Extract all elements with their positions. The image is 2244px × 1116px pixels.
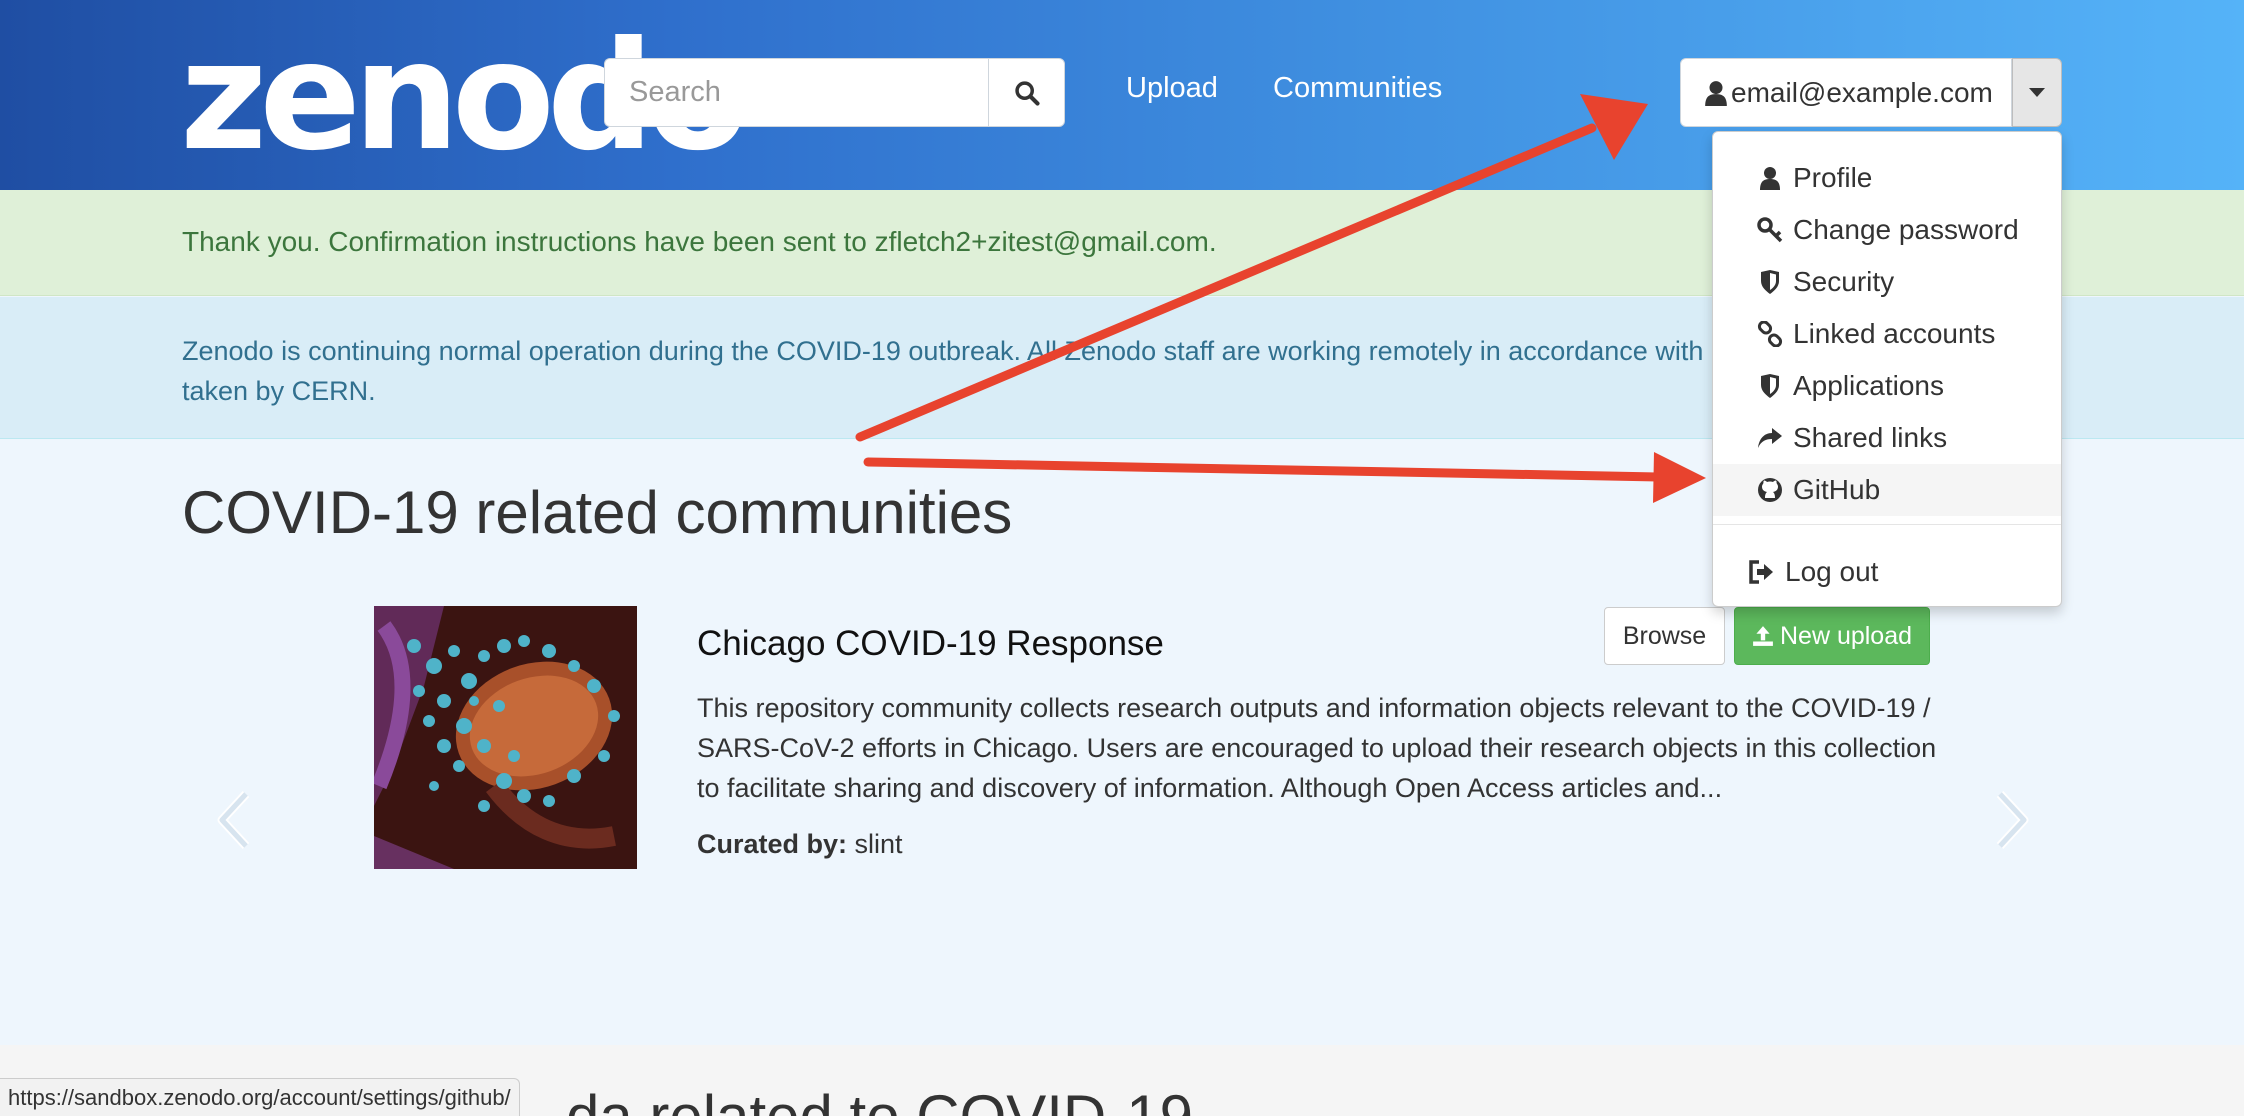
search-input[interactable] xyxy=(604,58,988,127)
menu-item-change-password[interactable]: Change password xyxy=(1713,204,2061,256)
shield-icon xyxy=(1757,374,1783,398)
sign-out-icon xyxy=(1749,560,1775,584)
menu-item-logout[interactable]: Log out xyxy=(1713,546,2061,598)
menu-item-label: Applications xyxy=(1793,370,1944,401)
user-menu-button[interactable]: email@example.com xyxy=(1680,58,2012,127)
browse-button[interactable]: Browse xyxy=(1604,607,1725,665)
key-icon xyxy=(1757,217,1783,243)
info-alert-text: Zenodo is continuing normal operation du… xyxy=(182,336,1704,406)
carousel-next-icon[interactable] xyxy=(1992,790,2032,855)
github-icon xyxy=(1757,477,1783,503)
menu-item-github[interactable]: GitHub xyxy=(1713,464,2061,516)
user-menu-toggle[interactable] xyxy=(2012,58,2062,127)
menu-item-shared-links[interactable]: Shared links xyxy=(1713,412,2061,464)
search-icon xyxy=(1014,80,1040,106)
upload-icon xyxy=(1753,626,1773,646)
shield-icon xyxy=(1757,270,1783,294)
curated-by-value: slint xyxy=(854,829,903,859)
menu-item-label: GitHub xyxy=(1793,474,1881,505)
carousel-prev-icon[interactable] xyxy=(214,790,254,855)
new-upload-label: New upload xyxy=(1779,621,1913,650)
menu-item-label: Security xyxy=(1793,266,1895,297)
menu-item-linked-accounts[interactable]: Linked accounts xyxy=(1713,308,2061,360)
search-form xyxy=(604,58,1065,127)
menu-item-label: Linked accounts xyxy=(1793,318,1996,349)
user-icon xyxy=(1705,80,1727,106)
caret-down-icon xyxy=(2029,88,2045,97)
menu-item-security[interactable]: Security xyxy=(1713,256,2061,308)
status-bar-url: https://sandbox.zenodo.org/account/setti… xyxy=(0,1078,520,1116)
curated-by-label: Curated by: xyxy=(697,829,848,859)
menu-item-profile[interactable]: Profile xyxy=(1713,152,2061,204)
nav-upload[interactable]: Upload xyxy=(1126,72,1218,105)
user-icon xyxy=(1757,166,1783,190)
menu-item-label: Change password xyxy=(1793,214,2019,245)
user-email: email@example.com xyxy=(1731,76,1993,108)
menu-divider xyxy=(1713,524,2061,525)
menu-item-label: Shared links xyxy=(1793,422,1948,453)
success-alert-text: Thank you. Confirmation instructions hav… xyxy=(182,226,1217,257)
community-description: This repository community collects resea… xyxy=(697,693,1937,803)
search-button[interactable] xyxy=(988,58,1065,127)
menu-item-applications[interactable]: Applications xyxy=(1713,360,2061,412)
menu-item-label: Log out xyxy=(1785,556,1879,587)
share-icon xyxy=(1757,426,1783,450)
link-icon xyxy=(1757,321,1783,347)
annotation-arrow-to-github xyxy=(863,457,1665,482)
community-title[interactable]: Chicago COVID-19 Response xyxy=(697,624,1164,664)
user-dropdown-menu: Profile Change password Security Linked … xyxy=(1712,131,2062,607)
communities-heading: COVID-19 related communities xyxy=(182,479,1013,546)
curated-by: Curated by: slint xyxy=(697,829,903,860)
new-upload-button[interactable]: New upload xyxy=(1734,607,1930,665)
community-logo-image[interactable] xyxy=(374,606,637,869)
menu-item-label: Profile xyxy=(1793,162,1873,193)
nav-communities[interactable]: Communities xyxy=(1273,72,1442,105)
lower-section-heading: da related to COVID-19 xyxy=(566,1082,1193,1116)
annotation-arrowhead xyxy=(1653,452,1706,503)
